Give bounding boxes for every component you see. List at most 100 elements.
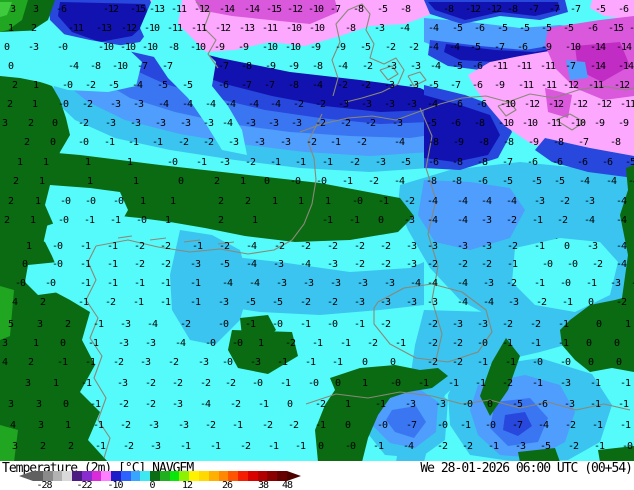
temp-value-label: -3 xyxy=(408,80,419,91)
temp-value-label: -3 xyxy=(384,99,395,110)
temp-value-label: -3 xyxy=(180,118,191,129)
temp-value-label: -1 xyxy=(475,378,486,389)
temp-value-label: -1 xyxy=(322,157,333,168)
temp-value-label: -4 xyxy=(225,99,236,110)
temp-value-label: -0 xyxy=(290,176,301,187)
temp-value-label: -2 xyxy=(380,319,391,330)
temp-value-label: -1 xyxy=(270,157,281,168)
temp-value-label: -4 xyxy=(506,196,517,207)
temp-value-label: -2 xyxy=(380,241,391,252)
temp-value-label: -4 xyxy=(428,42,439,53)
temp-value-label: -6 xyxy=(56,4,67,15)
temp-value-label: -3 xyxy=(245,118,256,129)
temp-value-label: -7 xyxy=(512,420,523,431)
temp-value-label: -6 xyxy=(527,157,538,168)
temp-value-label: -10 xyxy=(308,4,324,15)
temp-value-label: -2 xyxy=(240,441,251,452)
temp-value-label: -1 xyxy=(258,399,269,410)
temp-value-label: -2 xyxy=(506,215,517,226)
temp-value-label: -2 xyxy=(315,99,326,110)
temp-value-label: -4 xyxy=(158,99,169,110)
temp-value-label: -3 xyxy=(155,118,166,129)
temp-value-label: -0 xyxy=(377,420,388,431)
temp-value-label: -2 xyxy=(118,399,129,410)
temp-value-label: -2 xyxy=(368,176,379,187)
temp-value-label: -5 xyxy=(182,80,193,91)
temp-value-label: -7 xyxy=(565,61,576,72)
temp-value-label: -2 xyxy=(536,297,547,308)
legend-tick-label: 12 xyxy=(181,480,193,490)
temp-value-label: -4 xyxy=(628,176,634,187)
temp-value-label: -1 xyxy=(618,399,629,410)
temp-value-label: -3 xyxy=(375,157,386,168)
temp-value-label: -1 xyxy=(532,215,543,226)
legend-tick-label: -10 xyxy=(107,480,123,490)
temp-value-label: -2 xyxy=(506,278,517,289)
temp-value-label: -2 xyxy=(145,399,156,410)
temp-value-label: -0 xyxy=(52,241,63,252)
temp-value-label: -2 xyxy=(180,319,191,330)
temp-value-label: -10 xyxy=(309,23,325,34)
temp-value-label: -2 xyxy=(145,378,156,389)
temp-value-label: -0 xyxy=(78,137,89,148)
temp-value-label: -13 xyxy=(239,23,255,34)
temp-value-label: -2 xyxy=(349,157,360,168)
temp-value-label: -10 xyxy=(144,23,160,34)
temp-value-label: -2 xyxy=(85,80,96,91)
temp-value-label: -10 xyxy=(120,42,136,53)
temp-value-label: -3 xyxy=(228,137,239,148)
temp-value-label: -0 xyxy=(62,80,73,91)
temp-value-label: -4 xyxy=(403,441,414,452)
temp-value-label: -6 xyxy=(472,80,483,91)
temp-value-label: -7 xyxy=(528,4,539,15)
temp-value-label: -2 xyxy=(437,441,448,452)
temp-value-label: -2 xyxy=(462,441,473,452)
temp-value-label: -1 xyxy=(590,378,601,389)
temp-value-label: -15 xyxy=(266,4,282,15)
temp-value-label: -2 xyxy=(452,338,463,349)
temp-value-label: -3 xyxy=(178,420,189,431)
temp-value-label: -5 xyxy=(625,157,634,168)
temp-value-label: -8 xyxy=(353,4,364,15)
temp-value-label: -4 xyxy=(616,241,627,252)
temp-value-label: -3 xyxy=(405,399,416,410)
temp-value-label: -4 xyxy=(132,80,143,91)
temp-value-label: -1 xyxy=(192,241,203,252)
temp-value-label: -3 xyxy=(250,357,261,368)
temp-value-label: -4 xyxy=(584,215,595,226)
temp-value-label: -3 xyxy=(452,319,463,330)
temp-value-label: -1 xyxy=(190,297,201,308)
temp-value-label: -3 xyxy=(587,241,598,252)
temp-value-label: -3 xyxy=(254,137,265,148)
temp-value-label: -0 xyxy=(167,157,178,168)
temp-value-label: -1 xyxy=(190,278,201,289)
temp-value-label: -8 xyxy=(426,176,437,187)
temp-value-label: -3 xyxy=(481,215,492,226)
legend-tick-label: 38 xyxy=(257,480,269,490)
temp-value-label: -14 xyxy=(590,42,606,53)
temp-value-label: -4 xyxy=(449,42,460,53)
temp-value-label: -1 xyxy=(80,259,91,270)
temp-value-label: -2 xyxy=(300,297,311,308)
temp-value-label: -1 xyxy=(586,278,597,289)
temp-value-label: -6 xyxy=(477,176,488,187)
temp-value-label: -1 xyxy=(210,441,221,452)
temp-value-label: -1 xyxy=(590,399,601,410)
temp-value-label: -1 xyxy=(340,338,351,349)
temp-value-label: -2 xyxy=(530,319,541,330)
temp-value-label: -8 xyxy=(428,137,439,148)
temp-value-label: -2 xyxy=(427,338,438,349)
temp-value-label: -8 xyxy=(312,61,323,72)
legend-arrow-left-icon xyxy=(19,471,33,481)
temp-value-label: -6 xyxy=(552,157,563,168)
temp-value-label: -10 xyxy=(142,42,158,53)
legend-tick-label: -28 xyxy=(36,480,52,490)
temp-value-label: -7 xyxy=(330,4,341,15)
temp-value-label: -1 xyxy=(477,357,488,368)
temp-value-label: -2 xyxy=(205,420,216,431)
temp-value-label: -8 xyxy=(507,4,518,15)
temp-value-label: -2 xyxy=(568,441,579,452)
temp-value-label: -3 xyxy=(198,357,209,368)
temp-value-label: -9 xyxy=(594,118,605,129)
temp-value-label: -7 xyxy=(162,61,173,72)
